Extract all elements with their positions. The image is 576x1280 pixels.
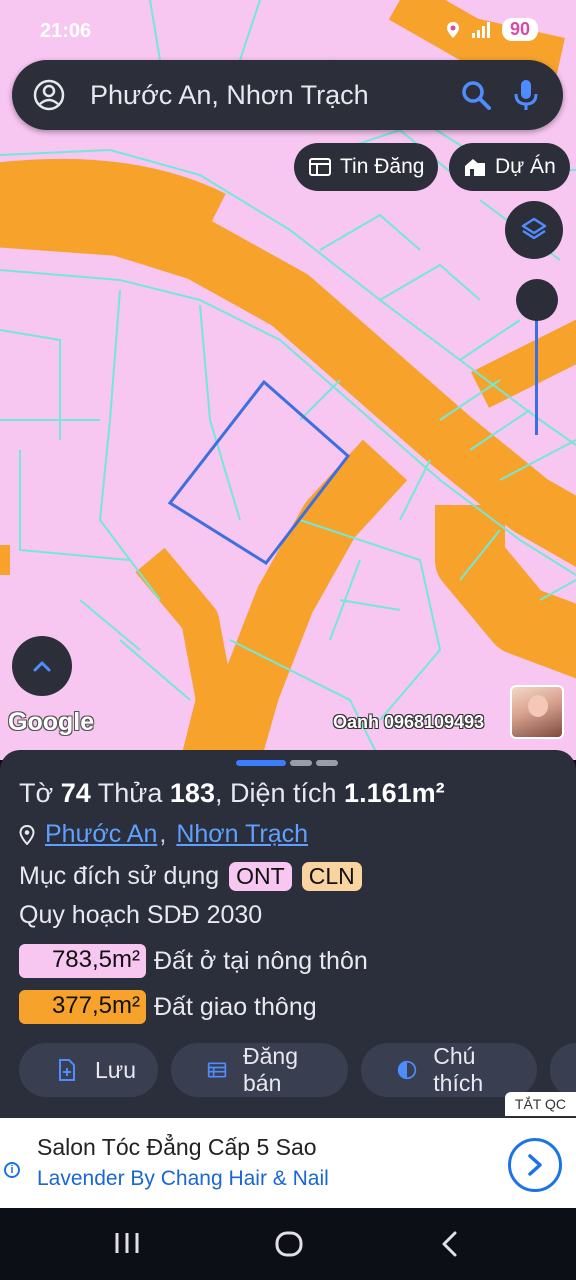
sheet-label: Tờ: [19, 778, 54, 808]
search-bar[interactable]: [12, 60, 563, 130]
ad-title[interactable]: Salon Tóc Đẳng Cấp 5 Sao: [37, 1134, 317, 1161]
zone-name: Đất ở tại nông thôn: [154, 946, 368, 975]
battery-indicator: 90: [501, 18, 538, 41]
location-row: Phước An, Nhơn Trạch: [19, 820, 308, 849]
status-icons: 90: [446, 18, 538, 41]
area-label: , Diện tích: [214, 778, 337, 808]
table-icon: [207, 1062, 227, 1078]
layers-icon: [521, 217, 547, 240]
chevron-up-icon: [33, 661, 51, 672]
account-circle-icon[interactable]: [32, 78, 66, 112]
zone-area: 377,5m²: [19, 990, 146, 1024]
ad-banner[interactable]: i Salon Tóc Đẳng Cấp 5 Sao Lavender By C…: [0, 1118, 576, 1208]
expand-up-button[interactable]: [12, 636, 72, 696]
sheet-handle[interactable]: [290, 760, 312, 766]
ad-info-icon[interactable]: i: [4, 1162, 20, 1178]
ad-close-label[interactable]: TẮT QC: [504, 1092, 576, 1116]
zone-name: Đất giao thông: [154, 992, 317, 1021]
signal-icon: [471, 21, 490, 38]
save-button-label: Lưu: [95, 1056, 136, 1083]
system-nav-bar: [0, 1208, 576, 1280]
listing-chip[interactable]: Tin Đăng: [294, 143, 439, 191]
chevron-right-icon: [528, 1154, 542, 1176]
sheet-handle-active[interactable]: [236, 760, 286, 766]
home-button[interactable]: [274, 1230, 304, 1258]
search-icon[interactable]: [461, 80, 491, 110]
sheet-handle[interactable]: [316, 760, 338, 766]
land-use-tag-ont: ONT: [229, 862, 292, 891]
parcel-title: Tờ 74 Thửa 183, Diện tích 1.161m²: [19, 778, 445, 809]
search-input[interactable]: [90, 79, 430, 111]
zone-row: 377,5m² Đất giao thông: [19, 990, 317, 1024]
project-chip-label: Dự Án: [495, 155, 556, 178]
ad-open-button[interactable]: [508, 1138, 562, 1192]
parcel-info-sheet: Tờ 74 Thửa 183, Diện tích 1.161m² Phước …: [0, 750, 576, 1120]
status-time: 21:06: [40, 20, 92, 42]
action-bar: Lưu Đăng bán Chú thích: [19, 1043, 576, 1097]
post-sale-button[interactable]: Đăng bán: [170, 1043, 349, 1097]
listing-icon: [309, 158, 331, 176]
layers-button[interactable]: [505, 201, 563, 259]
map-view[interactable]: 21:06 90 Tin Đăng Dự Án: [0, 0, 576, 760]
plot-label: Thửa: [97, 778, 163, 808]
district-link[interactable]: Nhơn Trạch: [176, 820, 308, 849]
file-add-icon: [59, 1059, 75, 1081]
contact-label[interactable]: Oanh 0968109493: [333, 712, 484, 733]
location-separator: ,: [159, 820, 167, 848]
land-use-row: Mục đích sử dụng ONT CLN: [19, 862, 362, 891]
legend-button-label: Chú thích: [433, 1043, 484, 1096]
back-icon: [442, 1231, 457, 1257]
google-logo: Google: [8, 708, 95, 736]
contrast-icon: [398, 1060, 417, 1080]
home-icon: [275, 1231, 303, 1257]
location-pin-icon: [19, 824, 35, 845]
listing-chip-label: Tin Đăng: [340, 155, 425, 178]
more-actions-button[interactable]: [550, 1043, 576, 1097]
building-icon: [465, 159, 485, 176]
sheet-number: 74: [60, 778, 91, 808]
zone-row: 783,5m² Đất ở tại nông thôn: [19, 944, 368, 978]
location-icon: [446, 21, 459, 38]
back-button[interactable]: [438, 1230, 462, 1258]
plan-label: Quy hoạch SDĐ 2030: [19, 901, 263, 929]
project-chip[interactable]: Dự Án: [449, 143, 570, 191]
land-use-label: Mục đích sử dụng: [19, 862, 220, 890]
recent-apps-icon: [115, 1233, 139, 1253]
ad-subtitle[interactable]: Lavender By Chang Hair & Nail: [37, 1167, 329, 1191]
avatar[interactable]: [510, 685, 564, 739]
plot-number: 183: [169, 778, 215, 808]
zone-area: 783,5m²: [19, 944, 146, 978]
recent-apps-button[interactable]: [112, 1230, 142, 1256]
ward-link[interactable]: Phước An: [45, 820, 157, 849]
parcel-area: 1.161m²: [344, 778, 445, 808]
post-sale-button-label: Đăng bán: [243, 1043, 298, 1096]
legend-button[interactable]: Chú thích: [361, 1043, 538, 1097]
microphone-icon[interactable]: [511, 78, 541, 112]
status-bar: 21:06 90: [0, 14, 576, 48]
opacity-slider-knob[interactable]: [516, 279, 558, 321]
save-button[interactable]: Lưu: [19, 1043, 158, 1097]
land-use-tag-cln: CLN: [301, 862, 362, 891]
